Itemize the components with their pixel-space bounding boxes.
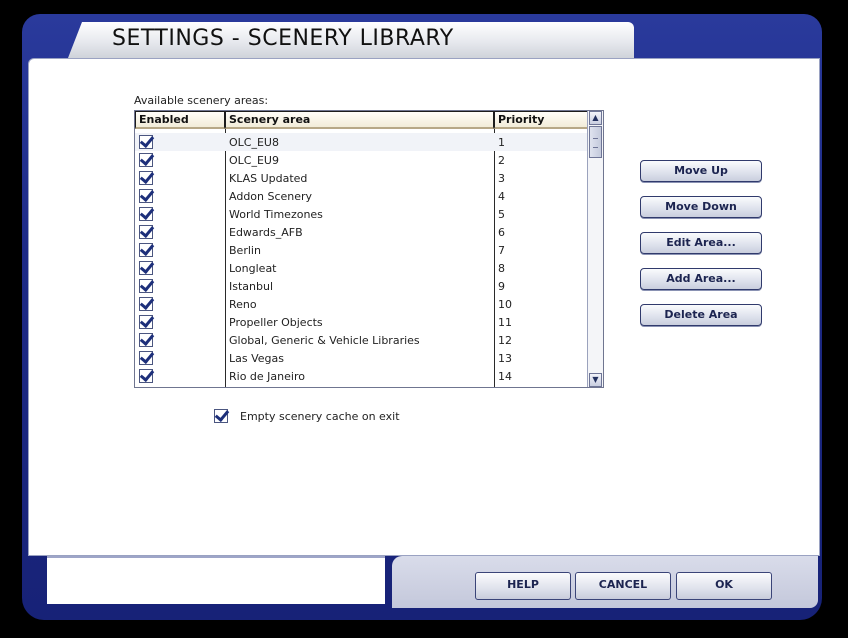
list-item[interactable]: Berlin 7 [135,241,587,259]
scenery-area-name: Reno [229,298,257,311]
move-down-button[interactable]: Move Down [640,196,762,218]
priority-value: 9 [498,280,505,293]
priority-value: 12 [498,334,512,347]
scenery-area-name: Edwards_AFB [229,226,303,239]
scroll-up-button[interactable]: ▲ [589,111,602,125]
priority-value: 1 [498,136,505,149]
enabled-checkbox[interactable] [139,135,153,149]
window-title: SETTINGS - SCENERY LIBRARY [112,26,454,51]
column-header-enabled[interactable]: Enabled [135,111,225,129]
list-item[interactable]: World Timezones 5 [135,205,587,223]
list-item[interactable]: OLC_EU8 1 [135,133,587,151]
scenery-area-name: OLC_EU8 [229,136,279,149]
edit-area-button[interactable]: Edit Area... [640,232,762,254]
scenery-area-name: Las Vegas [229,352,284,365]
scenery-area-name: Berlin [229,244,261,257]
help-button[interactable]: HELP [475,572,571,600]
empty-cache-checkbox[interactable] [214,409,228,423]
empty-cache-label: Empty scenery cache on exit [240,410,400,423]
priority-value: 8 [498,262,505,275]
column-header-scenery-area[interactable]: Scenery area [225,111,494,129]
column-header-priority[interactable]: Priority [494,111,588,129]
list-item[interactable]: Edwards_AFB 6 [135,223,587,241]
list-item[interactable]: Istanbul 9 [135,277,587,295]
add-area-button[interactable]: Add Area... [640,268,762,290]
scroll-down-button[interactable]: ▼ [589,373,602,387]
priority-value: 13 [498,352,512,365]
scroll-thumb[interactable] [589,126,602,158]
priority-value: 7 [498,244,505,257]
status-area [47,556,385,604]
priority-value: 10 [498,298,512,311]
scenery-list[interactable]: Enabled Scenery area Priority OLC_EU8 1 OL… [134,110,604,388]
enabled-checkbox[interactable] [139,153,153,167]
enabled-checkbox[interactable] [139,171,153,185]
list-item[interactable]: Reno 10 [135,295,587,313]
list-item[interactable]: Propeller Objects 11 [135,313,587,331]
priority-value: 14 [498,370,512,383]
enabled-checkbox[interactable] [139,297,153,311]
priority-value: 4 [498,190,505,203]
scenery-area-name: Propeller Objects [229,316,323,329]
move-up-button[interactable]: Move Up [640,160,762,182]
ok-button[interactable]: OK [676,572,772,600]
list-item[interactable]: KLAS Updated 3 [135,169,587,187]
priority-value: 3 [498,172,505,185]
priority-value: 6 [498,226,505,239]
cancel-button[interactable]: CANCEL [575,572,671,600]
enabled-checkbox[interactable] [139,315,153,329]
enabled-checkbox[interactable] [139,207,153,221]
scenery-area-name: Addon Scenery [229,190,313,203]
list-scrollbar[interactable]: ▲ ▼ [587,111,603,387]
priority-value: 5 [498,208,505,221]
scenery-area-name: Rio de Janeiro [229,370,305,383]
priority-value: 11 [498,316,512,329]
list-item[interactable]: Addon Scenery 4 [135,187,587,205]
scenery-area-name: KLAS Updated [229,172,308,185]
priority-value: 2 [498,154,505,167]
list-label: Available scenery areas: [134,94,269,107]
enabled-checkbox[interactable] [139,261,153,275]
scenery-area-name: Global, Generic & Vehicle Libraries [229,334,420,347]
scenery-area-name: World Timezones [229,208,323,221]
scenery-area-name: Istanbul [229,280,274,293]
enabled-checkbox[interactable] [139,189,153,203]
list-item[interactable]: Global, Generic & Vehicle Libraries 12 [135,331,587,349]
enabled-checkbox[interactable] [139,243,153,257]
scenery-area-name: OLC_EU9 [229,154,279,167]
enabled-checkbox[interactable] [139,333,153,347]
scenery-area-name: Longleat [229,262,277,275]
delete-area-button[interactable]: Delete Area [640,304,762,326]
list-item[interactable]: Rio de Janeiro 14 [135,367,587,385]
enabled-checkbox[interactable] [139,225,153,239]
enabled-checkbox[interactable] [139,369,153,383]
enabled-checkbox[interactable] [139,279,153,293]
list-item[interactable]: Las Vegas 13 [135,349,587,367]
list-item[interactable]: Longleat 8 [135,259,587,277]
enabled-checkbox[interactable] [139,351,153,365]
list-item[interactable]: OLC_EU9 2 [135,151,587,169]
